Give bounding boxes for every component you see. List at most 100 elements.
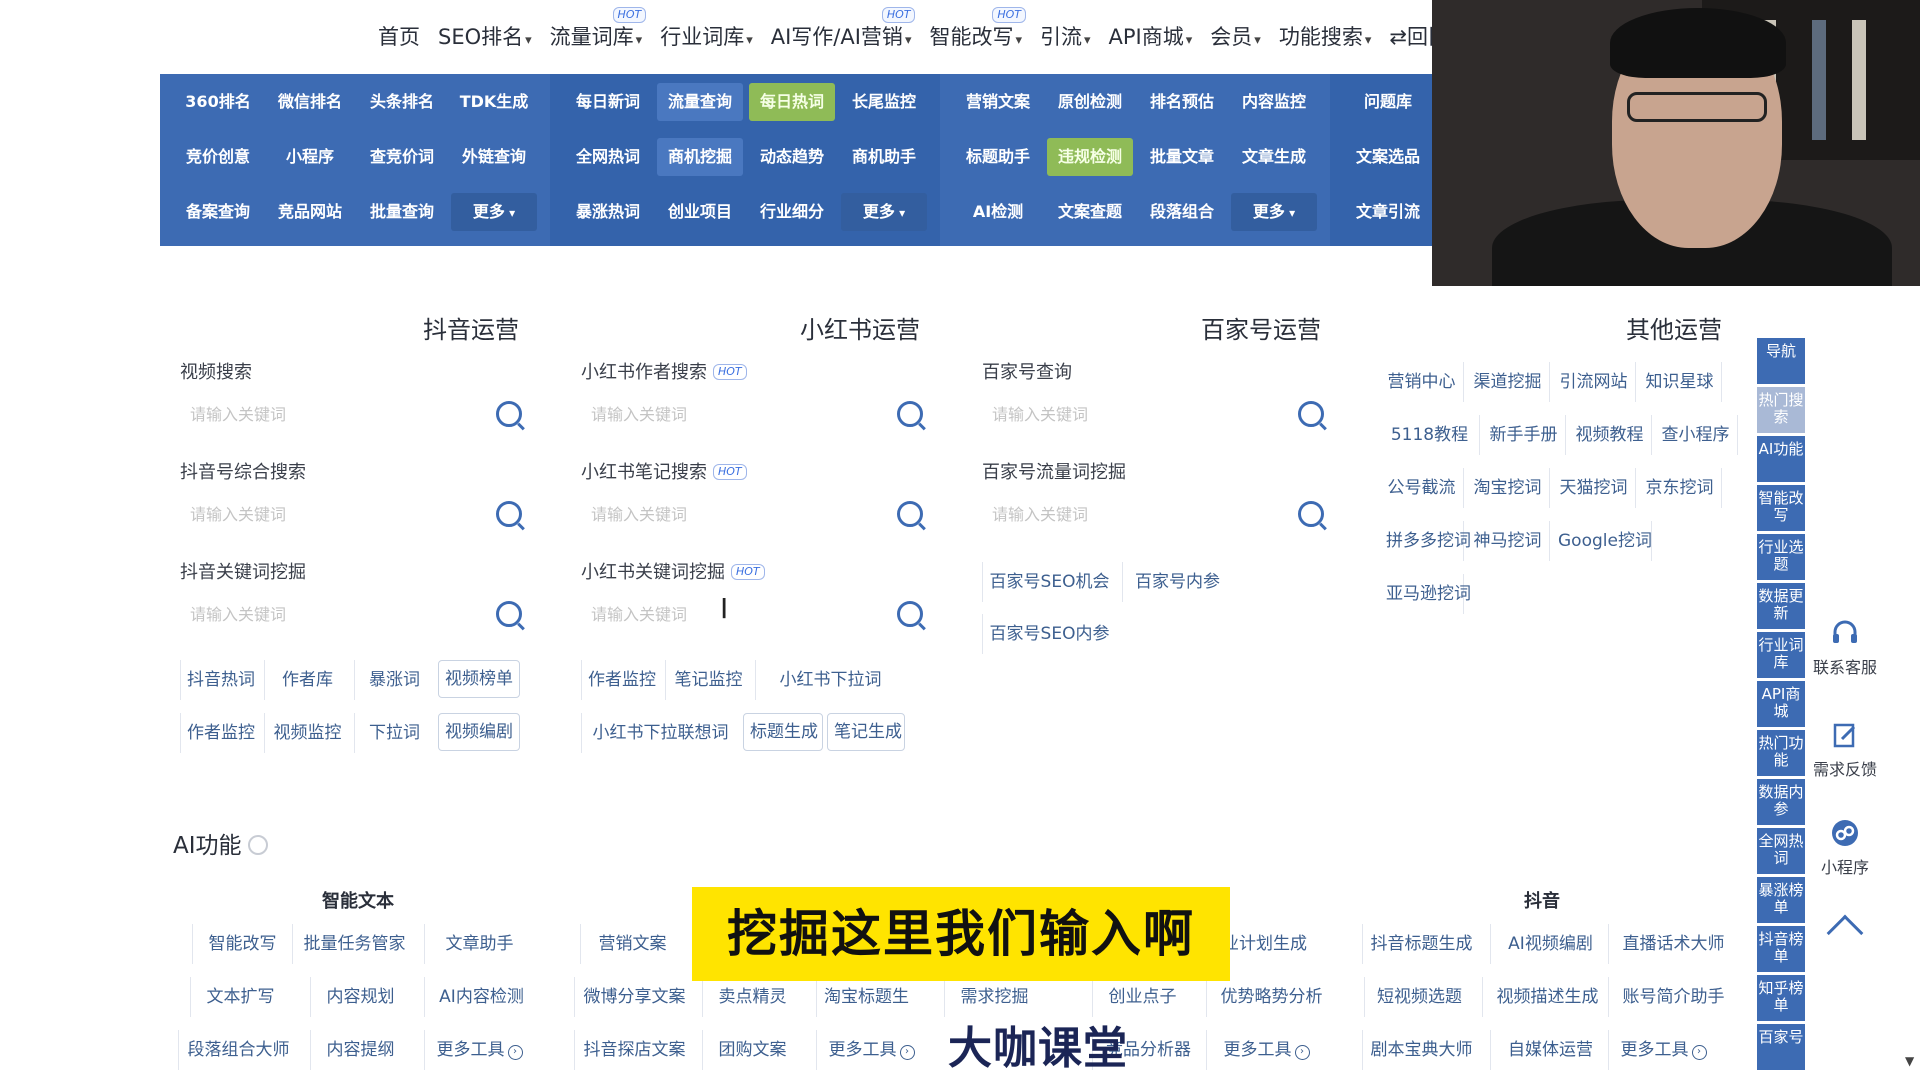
quick-link[interactable]: 视频监控 xyxy=(264,713,350,753)
quick-link[interactable]: 百家号SEO内参 xyxy=(982,614,1116,654)
search-input[interactable] xyxy=(583,394,923,434)
banner-tool-button[interactable]: 商机助手 xyxy=(841,138,927,176)
ai-tool-link[interactable]: 短视频选题 xyxy=(1364,977,1474,1017)
search-input[interactable] xyxy=(182,494,522,534)
search-input[interactable] xyxy=(984,394,1324,434)
search-icon[interactable] xyxy=(496,501,522,527)
sidebar-item[interactable]: 数据内参 xyxy=(1757,779,1805,825)
contact-service-button[interactable]: 联系客服 xyxy=(1800,618,1890,678)
feedback-button[interactable]: 需求反馈 xyxy=(1800,720,1890,780)
banner-tool-button[interactable]: 长尾监控 xyxy=(841,83,927,121)
banner-tool-button[interactable]: 创业项目 xyxy=(657,193,743,231)
ai-tool-link[interactable]: 文章助手 xyxy=(424,924,534,964)
ai-tool-link[interactable]: 更多工具 › xyxy=(1206,1030,1326,1070)
sidebar-item[interactable]: 暴涨榜单 xyxy=(1757,877,1805,923)
quick-link[interactable]: 下拉词 xyxy=(354,713,434,753)
quick-link[interactable]: 小红书下拉词 xyxy=(755,660,905,700)
ai-tool-link[interactable]: 批量任务管家 xyxy=(292,924,416,964)
quick-link[interactable]: 笔记生成 xyxy=(827,713,905,751)
nav-item[interactable]: 引流 xyxy=(1032,21,1099,51)
banner-tool-button[interactable]: 批量文章 xyxy=(1139,138,1225,176)
quick-link[interactable]: 视频教程 xyxy=(1568,415,1652,455)
quick-link[interactable]: 天猫挖词 xyxy=(1552,468,1636,508)
quick-link[interactable]: 引流网站 xyxy=(1552,362,1636,402)
more-button[interactable]: 更多 xyxy=(1231,192,1317,231)
banner-tool-button[interactable]: 段落组合 xyxy=(1139,193,1225,231)
banner-tool-button[interactable]: 文案选品 xyxy=(1345,138,1431,176)
search-icon[interactable] xyxy=(1298,501,1324,527)
quick-link[interactable]: 亚马逊挖词 xyxy=(1380,574,1471,614)
banner-tool-button[interactable]: 原创检测 xyxy=(1047,83,1133,121)
ai-tool-link[interactable]: 优势略势分析 xyxy=(1206,977,1336,1017)
banner-tool-button[interactable]: 每日热词 xyxy=(749,82,835,121)
quick-link[interactable]: 小红书下拉联想词 xyxy=(581,713,739,753)
sidebar-item[interactable]: 智能改写 xyxy=(1757,485,1805,531)
ai-tool-link[interactable]: 微博分享文案 xyxy=(574,977,694,1017)
quick-link[interactable]: 标题生成 xyxy=(743,713,823,751)
ai-tool-link[interactable]: AI内容检测 xyxy=(424,977,538,1017)
quick-link[interactable]: 公号截流 xyxy=(1380,468,1464,508)
ai-tool-link[interactable]: 更多工具 › xyxy=(816,1030,926,1070)
banner-tool-button[interactable]: 排名预估 xyxy=(1139,83,1225,121)
banner-tool-button[interactable]: 头条排名 xyxy=(359,83,445,121)
sidebar-item[interactable]: 热门搜索 xyxy=(1757,387,1805,433)
banner-tool-button[interactable]: 文章引流 xyxy=(1345,193,1431,231)
nav-item[interactable]: 会员 xyxy=(1202,21,1269,51)
sidebar-item[interactable]: 热门功能 xyxy=(1757,730,1805,776)
ai-tool-link[interactable]: 抖音标题生成 xyxy=(1362,924,1480,964)
back-to-top-icon[interactable] xyxy=(1826,914,1864,952)
mini-program-button[interactable]: 小程序 xyxy=(1800,818,1890,878)
quick-link[interactable]: 作者监控 xyxy=(581,660,661,700)
banner-tool-button[interactable]: 查竞价词 xyxy=(359,138,445,176)
banner-tool-button[interactable]: 批量查询 xyxy=(359,193,445,231)
search-icon[interactable] xyxy=(897,501,923,527)
quick-link[interactable]: 新手手册 xyxy=(1482,415,1566,455)
ai-tool-link[interactable]: 内容提纲 xyxy=(310,1030,410,1070)
ai-tool-link[interactable]: 营销文案 xyxy=(580,924,684,964)
banner-tool-button[interactable]: 违规检测 xyxy=(1047,137,1133,176)
search-icon[interactable] xyxy=(897,401,923,427)
banner-tool-button[interactable]: 360排名 xyxy=(175,83,261,121)
banner-tool-button[interactable]: 商机挖掘 xyxy=(657,137,743,176)
quick-link[interactable]: 渠道挖掘 xyxy=(1466,362,1550,402)
search-icon[interactable] xyxy=(1298,401,1324,427)
quick-link[interactable]: 查小程序 xyxy=(1654,415,1738,455)
quick-link[interactable]: Google挖词 xyxy=(1552,521,1652,561)
banner-tool-button[interactable]: 内容监控 xyxy=(1231,83,1317,121)
sidebar-item[interactable]: 行业选题 xyxy=(1757,534,1805,580)
quick-link[interactable]: 拼多多挖词 xyxy=(1380,521,1471,561)
sidebar-item[interactable]: AI功能 xyxy=(1757,436,1805,482)
quick-link[interactable]: 营销中心 xyxy=(1380,362,1464,402)
sidebar-item[interactable]: 行业词库 xyxy=(1757,632,1805,678)
quick-link[interactable]: 百家号内参 xyxy=(1122,562,1232,602)
quick-link[interactable]: 淘宝挖词 xyxy=(1466,468,1550,508)
ai-tool-link[interactable]: 团购文案 xyxy=(702,1030,802,1070)
ai-tool-link[interactable]: 自媒体运营 xyxy=(1490,1030,1610,1070)
banner-tool-button[interactable]: 标题助手 xyxy=(955,138,1041,176)
banner-tool-button[interactable]: 备案查询 xyxy=(175,193,261,231)
banner-tool-button[interactable]: 动态趋势 xyxy=(749,138,835,176)
quick-link[interactable]: 5118教程 xyxy=(1380,415,1480,455)
search-icon[interactable] xyxy=(496,401,522,427)
ai-tool-link[interactable]: 视频描述生成 xyxy=(1482,977,1612,1017)
ai-tool-link[interactable]: 更多工具 › xyxy=(424,1030,534,1070)
quick-link[interactable]: 抖音热词 xyxy=(180,660,260,700)
nav-item[interactable]: API商城 xyxy=(1101,21,1201,51)
search-input[interactable] xyxy=(182,594,522,634)
nav-item[interactable]: 流量词库 HOT xyxy=(542,7,651,51)
quick-link[interactable]: 京东挖词 xyxy=(1638,468,1722,508)
nav-item[interactable]: 智能改写 HOT xyxy=(921,7,1030,51)
sidebar-item[interactable]: 抖音榜单 xyxy=(1757,926,1805,972)
banner-tool-button[interactable]: 文案查题 xyxy=(1047,193,1133,231)
banner-tool-button[interactable]: TDK生成 xyxy=(451,83,537,121)
nav-item[interactable]: AI写作/AI营销 HOT xyxy=(763,7,920,51)
quick-link[interactable]: 百家号SEO机会 xyxy=(982,562,1116,602)
quick-link[interactable]: 笔记监控 xyxy=(665,660,751,700)
ai-tool-link[interactable]: 需求挖掘 xyxy=(944,977,1044,1017)
banner-tool-button[interactable]: 竞品网站 xyxy=(267,193,353,231)
ai-tool-link[interactable]: AI视频编剧 xyxy=(1490,924,1610,964)
scroll-indicator[interactable]: ▼ xyxy=(1905,1054,1914,1068)
banner-tool-button[interactable]: 外链查询 xyxy=(451,138,537,176)
ai-tool-link[interactable]: 账号简介助手 xyxy=(1608,977,1738,1017)
quick-link[interactable]: 作者库 xyxy=(264,660,350,700)
